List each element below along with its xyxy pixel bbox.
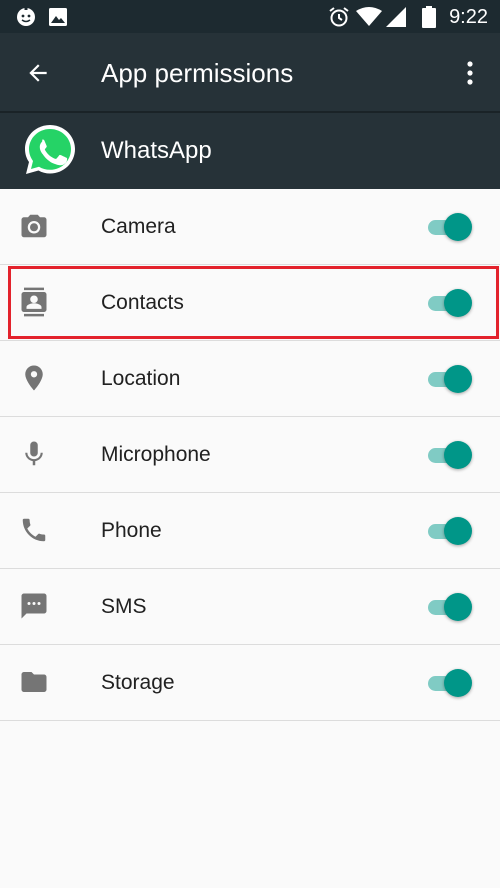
permission-list: Camera Contacts Location Microphone Phon… xyxy=(0,189,500,721)
contacts-icon xyxy=(19,287,49,317)
permission-label: Location xyxy=(101,367,181,390)
camera-toggle[interactable] xyxy=(428,212,472,242)
permission-row-contacts[interactable]: Contacts xyxy=(0,265,500,341)
app-header: WhatsApp xyxy=(0,113,500,189)
app-bar: App permissions xyxy=(0,33,500,112)
more-vert-icon xyxy=(467,61,473,85)
phone-toggle[interactable] xyxy=(428,516,472,546)
permission-row-phone[interactable]: Phone xyxy=(0,493,500,569)
permission-row-location[interactable]: Location xyxy=(0,341,500,417)
permission-row-microphone[interactable]: Microphone xyxy=(0,417,500,493)
permission-label: Phone xyxy=(101,519,162,542)
contacts-toggle[interactable] xyxy=(428,288,472,318)
sms-toggle[interactable] xyxy=(428,592,472,622)
permission-label: Contacts xyxy=(101,291,184,314)
whatsapp-logo-icon xyxy=(25,125,75,174)
camera-icon xyxy=(19,211,49,241)
location-pin-icon xyxy=(19,363,49,393)
permission-label: Camera xyxy=(101,215,176,238)
permission-row-storage[interactable]: Storage xyxy=(0,645,500,721)
microphone-toggle[interactable] xyxy=(428,440,472,470)
app-name: WhatsApp xyxy=(101,137,212,164)
toggle-thumb xyxy=(444,289,472,317)
back-button[interactable] xyxy=(22,57,54,89)
storage-toggle[interactable] xyxy=(428,668,472,698)
permission-row-camera[interactable]: Camera xyxy=(0,189,500,265)
sms-icon xyxy=(19,591,49,621)
signal-icon xyxy=(386,7,406,27)
toggle-thumb xyxy=(444,593,472,621)
folder-icon xyxy=(19,667,49,697)
toggle-thumb xyxy=(444,365,472,393)
toggle-thumb xyxy=(444,669,472,697)
toggle-thumb xyxy=(444,517,472,545)
permission-label: Storage xyxy=(101,671,175,694)
status-bar: 9:22 xyxy=(0,0,500,33)
permission-row-sms[interactable]: SMS xyxy=(0,569,500,645)
permission-label: Microphone xyxy=(101,443,211,466)
permission-label: SMS xyxy=(101,595,147,618)
alarm-icon xyxy=(329,7,349,27)
phone-icon xyxy=(19,515,49,545)
toggle-thumb xyxy=(444,213,472,241)
battery-icon xyxy=(422,6,436,28)
wifi-icon xyxy=(356,7,382,26)
overflow-menu-button[interactable] xyxy=(458,57,482,89)
image-icon xyxy=(49,8,67,26)
page-title: App permissions xyxy=(101,58,294,88)
toggle-thumb xyxy=(444,441,472,469)
microphone-icon xyxy=(19,439,49,469)
arrow-back-icon xyxy=(29,64,47,82)
android-face-icon xyxy=(17,7,35,26)
location-toggle[interactable] xyxy=(428,364,472,394)
status-time: 9:22 xyxy=(449,6,488,28)
